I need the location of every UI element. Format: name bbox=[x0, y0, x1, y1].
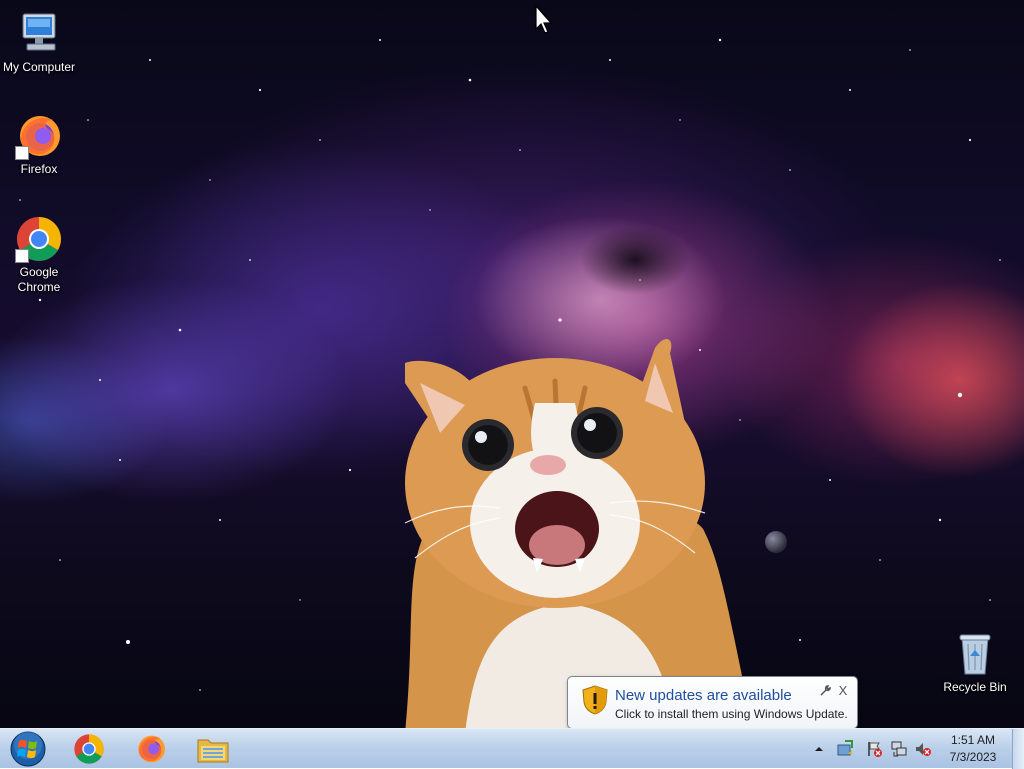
planet bbox=[765, 531, 787, 553]
tray-network[interactable] bbox=[890, 729, 908, 769]
desktop-icon-firefox[interactable]: Firefox bbox=[0, 112, 81, 177]
shortcut-arrow-icon bbox=[15, 249, 29, 263]
network-icon bbox=[891, 741, 907, 757]
cat-wallpaper-figure bbox=[404, 338, 754, 728]
notification-title: New updates are available bbox=[615, 687, 792, 704]
firefox-icon bbox=[138, 735, 165, 763]
desktop-icon-label: Firefox bbox=[20, 162, 58, 176]
shield-warning-icon bbox=[582, 685, 608, 715]
show-hidden-icons-button[interactable] bbox=[813, 729, 825, 769]
taskbar-firefox-button[interactable] bbox=[124, 729, 178, 769]
clock-date: 7/3/2023 bbox=[949, 750, 997, 764]
tray-action-center[interactable] bbox=[866, 729, 884, 769]
volume-muted-icon bbox=[916, 743, 931, 756]
notification-body: Click to install them using Windows Upda… bbox=[615, 707, 848, 721]
show-desktop-button[interactable] bbox=[1012, 729, 1024, 769]
desktop-icon-label: My Computer bbox=[2, 60, 76, 74]
tray-volume[interactable] bbox=[914, 729, 932, 769]
desktop-icon-my-computer[interactable]: My Computer bbox=[0, 10, 81, 75]
recycle-bin-icon bbox=[951, 630, 999, 678]
desktop-icon-label: Google Chrome bbox=[17, 265, 61, 294]
nebula-dark-lane bbox=[580, 225, 690, 295]
desktop-icon-google-chrome[interactable]: Google Chrome bbox=[0, 215, 81, 295]
clock-time: 1:51 AM bbox=[950, 733, 996, 747]
taskbar: 1:51 AM 7/3/2023 bbox=[0, 728, 1024, 769]
desktop-icon-recycle-bin[interactable]: Recycle Bin bbox=[933, 630, 1017, 695]
tray-windows-update[interactable] bbox=[836, 729, 854, 769]
close-icon[interactable]: X bbox=[836, 684, 850, 698]
desktop-wallpaper[interactable]: My Computer Firefox Google Chrome Recycl… bbox=[0, 0, 1024, 728]
wrench-options-icon[interactable] bbox=[818, 684, 832, 698]
taskbar-chrome-button[interactable] bbox=[62, 729, 116, 769]
chrome-icon bbox=[74, 734, 104, 764]
file-explorer-icon bbox=[197, 739, 229, 763]
desktop-icon-label: Recycle Bin bbox=[943, 680, 1007, 694]
action-center-flag-icon bbox=[868, 742, 882, 757]
firefox-icon bbox=[15, 112, 63, 160]
windows-orb-icon bbox=[10, 731, 46, 767]
start-button[interactable] bbox=[0, 729, 56, 769]
shortcut-arrow-icon bbox=[15, 146, 29, 160]
chrome-icon bbox=[15, 215, 63, 263]
computer-icon bbox=[15, 10, 63, 58]
mouse-cursor-icon bbox=[535, 5, 553, 34]
chevron-up-icon bbox=[815, 747, 823, 751]
windows-update-icon bbox=[837, 740, 853, 756]
taskbar-clock[interactable]: 1:51 AM 7/3/2023 bbox=[937, 732, 1009, 766]
taskbar-file-explorer-button[interactable] bbox=[186, 729, 240, 769]
windows-update-notification[interactable]: New updates are available Click to insta… bbox=[567, 676, 858, 738]
